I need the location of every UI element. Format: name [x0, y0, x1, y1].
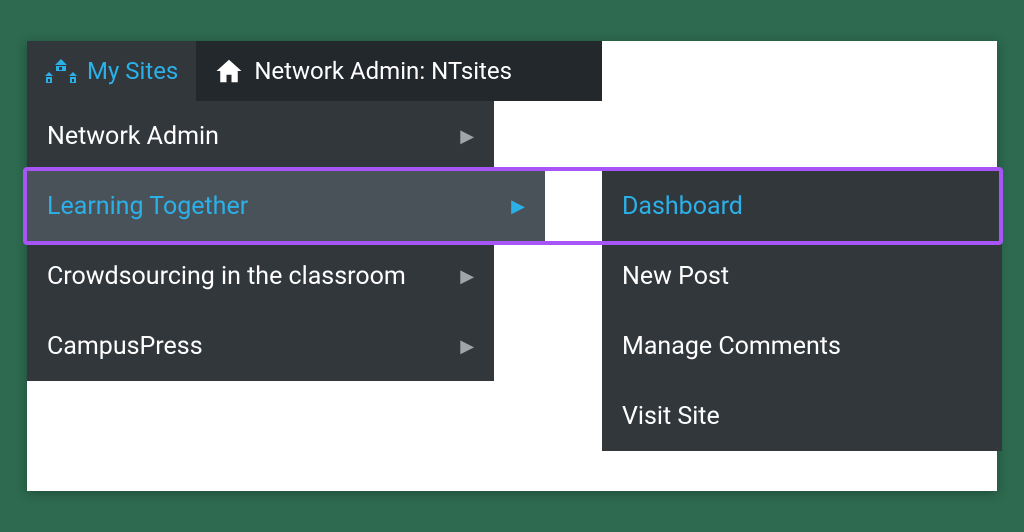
submenu-item-manage-comments[interactable]: Manage Comments	[602, 311, 1002, 381]
sites-menu: Network Admin ▶ Learning Together ▶ Crow…	[27, 101, 545, 381]
chevron-right-icon: ▶	[460, 126, 474, 147]
my-sites-menu[interactable]: My Sites	[27, 41, 196, 101]
chevron-right-icon: ▶	[460, 266, 474, 287]
menu-item-label: Crowdsourcing in the classroom	[47, 262, 406, 291]
spacer	[494, 311, 545, 381]
top-bar: My Sites Network Admin: NTsites	[27, 41, 602, 101]
menu-wrapper: Network Admin ▶ Learning Together ▶ Crow…	[27, 101, 997, 381]
submenu-item-new-post[interactable]: New Post	[602, 241, 1002, 311]
submenu-item-visit-site[interactable]: Visit Site	[602, 381, 1002, 451]
network-admin-top[interactable]: Network Admin: NTsites	[196, 41, 530, 101]
spacer	[494, 241, 545, 311]
app-container: My Sites Network Admin: NTsites Network …	[27, 41, 997, 491]
menu-item-campuspress[interactable]: CampusPress ▶	[27, 311, 494, 381]
chevron-right-icon: ▶	[460, 336, 474, 357]
submenu-item-label: Dashboard	[622, 192, 743, 221]
my-sites-label: My Sites	[87, 57, 178, 85]
submenu-item-label: Manage Comments	[622, 332, 841, 361]
menu-item-learning-together[interactable]: Learning Together ▶	[27, 171, 545, 241]
spacer	[494, 101, 545, 171]
chevron-right-icon: ▶	[511, 196, 525, 217]
submenu-item-dashboard[interactable]: Dashboard	[602, 171, 1002, 241]
home-icon	[214, 56, 244, 86]
menu-item-crowdsourcing[interactable]: Crowdsourcing in the classroom ▶	[27, 241, 494, 311]
submenu: Dashboard New Post Manage Comments Visit…	[602, 171, 1002, 451]
menu-item-label: Network Admin	[47, 122, 219, 151]
submenu-item-label: New Post	[622, 262, 729, 291]
submenu-item-label: Visit Site	[622, 402, 720, 431]
menu-item-network-admin[interactable]: Network Admin ▶	[27, 101, 494, 171]
network-admin-top-label: Network Admin: NTsites	[254, 57, 512, 85]
menu-item-label: CampusPress	[47, 332, 203, 361]
menu-item-label: Learning Together	[47, 192, 248, 221]
sites-icon	[45, 57, 77, 85]
